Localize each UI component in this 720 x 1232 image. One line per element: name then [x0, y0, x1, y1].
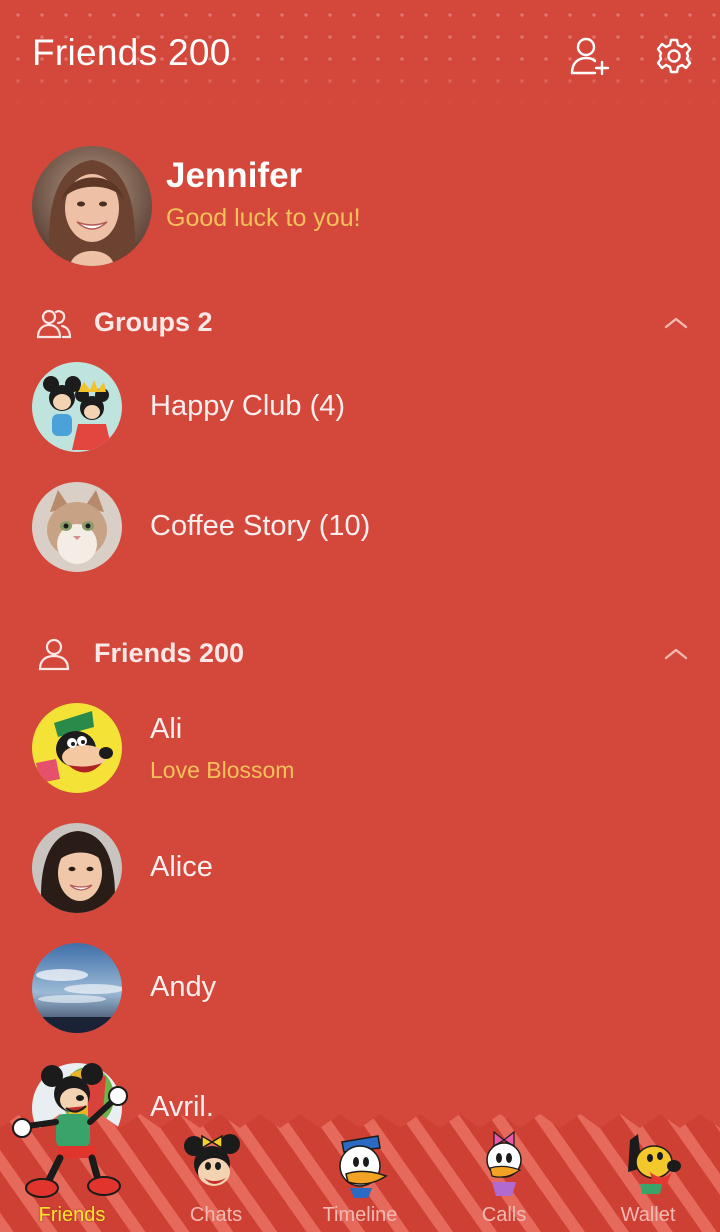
donald-icon	[339, 1135, 388, 1198]
tab-chats[interactable]: Chats	[144, 1108, 288, 1232]
avatar	[32, 703, 122, 793]
friend-row-andy[interactable]: Andy	[0, 933, 720, 1043]
tab-wallet[interactable]: Wallet	[576, 1108, 720, 1232]
group-icon	[36, 309, 72, 339]
group-name: Happy Club (4)	[150, 390, 346, 422]
group-row-coffee-story[interactable]: Coffee Story (10)	[0, 472, 720, 582]
profile-name: Jennifer	[166, 156, 303, 195]
avatar	[32, 823, 122, 913]
group-name: Coffee Story (10)	[150, 510, 371, 542]
add-friend-button[interactable]	[568, 34, 612, 78]
page-title: Friends 200	[32, 32, 231, 73]
friends-section-label: Friends 200	[94, 638, 245, 668]
pluto-icon	[628, 1134, 681, 1194]
tab-timeline[interactable]: Timeline	[288, 1108, 432, 1232]
chevron-up-icon[interactable]	[662, 640, 690, 668]
daisy-icon	[486, 1130, 522, 1196]
add-person-icon	[570, 37, 610, 76]
gear-icon	[656, 38, 692, 74]
avatar	[32, 362, 122, 452]
bottom-tab-bar: Friends Chats Timeline Calls Wallet	[0, 1063, 720, 1232]
group-row-happy-club[interactable]: Happy Club (4)	[0, 352, 720, 462]
friend-row-alice[interactable]: Alice	[0, 813, 720, 923]
friend-status-message: Love Blossom	[150, 757, 295, 783]
tab-label: Friends	[38, 1204, 106, 1226]
friends-section-header[interactable]: Friends 200	[0, 624, 720, 684]
person-icon	[38, 638, 70, 671]
tab-calls[interactable]: Calls	[432, 1108, 576, 1232]
avatar[interactable]	[32, 146, 152, 266]
tab-friends[interactable]: Friends	[0, 1063, 144, 1232]
avatar	[32, 943, 122, 1033]
tab-label: Wallet	[620, 1204, 676, 1226]
settings-button[interactable]	[652, 34, 696, 78]
groups-section-label: Groups 2	[94, 307, 213, 337]
tab-label: Calls	[481, 1204, 527, 1226]
minnie-icon	[184, 1134, 240, 1186]
tab-label: Chats	[189, 1204, 243, 1226]
friend-name: Ali	[150, 713, 183, 745]
friend-name: Alice	[150, 851, 213, 883]
friend-row-ali[interactable]: Ali Love Blossom	[0, 693, 720, 803]
groups-section-header[interactable]: Groups 2	[0, 293, 720, 353]
profile-status-message: Good luck to you!	[166, 204, 361, 232]
tab-label: Timeline	[322, 1204, 398, 1226]
chevron-up-icon[interactable]	[662, 309, 690, 337]
friend-name: Andy	[150, 971, 217, 1003]
avatar	[32, 482, 122, 572]
mickey-icon	[12, 1063, 128, 1198]
my-profile[interactable]: Jennifer Good luck to you!	[32, 146, 692, 268]
header: Friends 200	[0, 0, 720, 110]
